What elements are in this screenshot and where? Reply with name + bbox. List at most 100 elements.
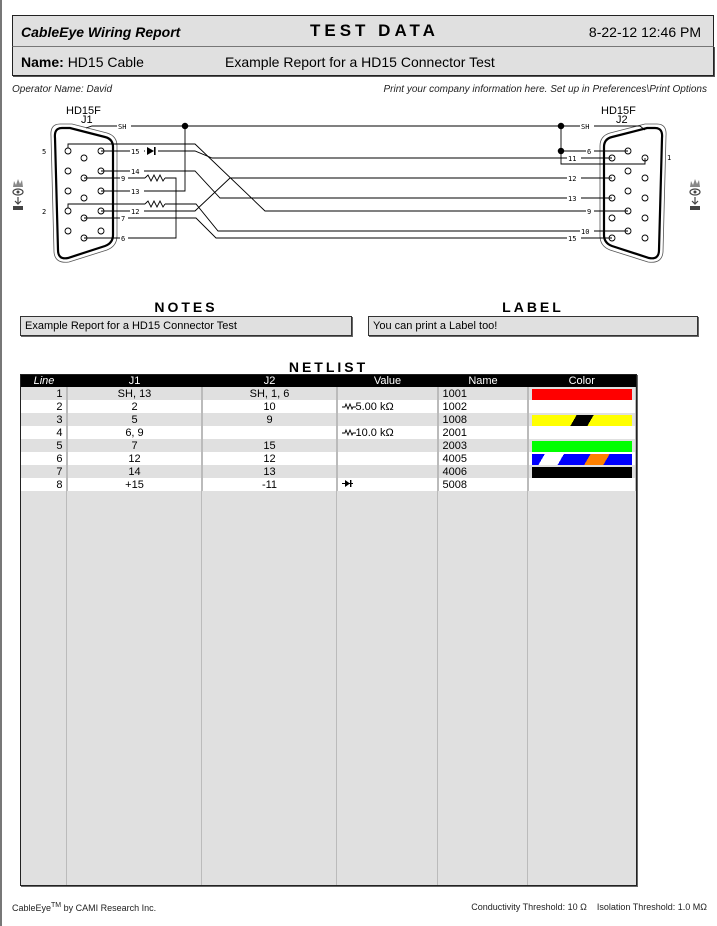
cell-j2: -11	[202, 478, 338, 491]
cell-value	[337, 478, 439, 491]
brand-name: CableEye	[12, 903, 52, 913]
company-info: Print your company information here. Set…	[383, 84, 708, 95]
cell-name: 4005	[438, 452, 529, 465]
cell-line: 3	[21, 413, 68, 426]
wire-label-left-9: 9	[121, 175, 125, 183]
cell-j2: SH, 1, 6	[202, 387, 338, 400]
col-header-line: Line	[21, 375, 67, 387]
cell-j1: 2	[67, 400, 203, 413]
app-title: CableEye Wiring Report	[21, 24, 181, 40]
table-row: 2 2 10 5.00 kΩ 1002	[21, 400, 636, 413]
diode-symbol	[147, 147, 154, 155]
cell-color	[528, 439, 636, 452]
cell-name: 1008	[438, 413, 529, 426]
wiring-diagram: HD15F J1 5 2 HD15F J2 1 SH 15 14 9 13 12…	[42, 105, 671, 263]
name-label: Name:	[21, 54, 64, 70]
cell-color	[528, 413, 636, 426]
diode-icon	[341, 479, 353, 487]
cell-value	[337, 452, 439, 465]
j1-id-label: J1	[81, 114, 93, 126]
cell-value: 5.00 kΩ	[337, 400, 439, 413]
cell-j2: 10	[202, 400, 338, 413]
cell-line: 1	[21, 387, 68, 400]
col-header-color: Color	[528, 375, 636, 387]
cell-value	[337, 439, 439, 452]
wire-label-right-6: 6	[587, 148, 591, 156]
wires	[67, 122, 646, 239]
cell-value	[337, 413, 439, 426]
cell-j1: 14	[67, 465, 203, 478]
notes-box: Example Report for a HD15 Connector Test	[20, 316, 352, 336]
cable-description: Example Report for a HD15 Connector Test	[225, 54, 495, 70]
col-header-name: Name	[438, 375, 528, 387]
label-box: You can print a Label too!	[368, 316, 698, 336]
name-value: HD15 Cable	[67, 54, 144, 70]
wire-label-right-15: 15	[568, 235, 576, 243]
wire-color-swatch	[531, 453, 632, 465]
j2-pins	[608, 147, 649, 242]
wire-label-right-12: 12	[568, 175, 576, 183]
table-row: 6 12 12 4005	[21, 452, 636, 465]
cell-line: 5	[21, 439, 68, 452]
wire-label-left-sh: SH	[118, 123, 126, 131]
wire-label-right-10: 10	[581, 228, 589, 236]
cell-j1: +15	[67, 478, 203, 491]
trademark: TM	[51, 902, 62, 909]
cell-line: 7	[21, 465, 68, 478]
cell-name: 1001	[438, 387, 529, 400]
netlist-title: NETLIST	[288, 359, 369, 375]
wire-label-left-12: 12	[131, 208, 139, 216]
netlist-header-row: Line J1 J2 Value Name Color	[21, 375, 636, 387]
wire-color-swatch	[531, 388, 632, 400]
cell-color	[528, 400, 636, 413]
wire-label-left-13: 13	[131, 188, 139, 196]
cable-name: Name: HD15 Cable	[21, 54, 144, 70]
cell-color	[528, 478, 636, 491]
report-type: TEST DATA	[310, 21, 439, 40]
report-datetime: 8-22-12 12:46 PM	[588, 24, 701, 40]
cell-j2	[202, 426, 338, 439]
brand-suffix: by CAMI Research Inc.	[61, 903, 157, 913]
cell-j1: SH, 13	[67, 387, 203, 400]
cell-j1: 5	[67, 413, 203, 426]
table-row: 5 7 15 2003	[21, 439, 636, 452]
wire-label-left-7: 7	[121, 215, 125, 223]
cell-line: 2	[21, 400, 68, 413]
cell-color	[528, 452, 636, 465]
wire-label-left-15: 15	[131, 148, 139, 156]
wire-color-swatch	[531, 414, 632, 426]
table-row: 1 SH, 13 SH, 1, 6 1001	[21, 387, 636, 400]
cell-value	[337, 387, 439, 400]
cell-j2: 15	[202, 439, 338, 452]
wire-color-swatch	[531, 466, 632, 478]
report-header: CableEye Wiring Report TEST DATA 8-22-12…	[12, 15, 714, 46]
netlist-table: Line J1 J2 Value Name Color 1 SH, 13 SH, 1…	[20, 374, 637, 886]
table-row: 7 14 13 4006	[21, 465, 636, 478]
j2-pin-label-1: 1	[667, 154, 671, 162]
cell-j1: 6, 9	[67, 426, 203, 439]
table-row: 3 5 9 1008	[21, 413, 636, 426]
cell-line: 6	[21, 452, 68, 465]
j1-pin-label-2: 2	[42, 208, 46, 216]
cell-color	[528, 426, 636, 439]
j2-id-label: J2	[616, 114, 628, 126]
notes-title: NOTES	[154, 299, 218, 315]
wire-label-right-sh: SH	[581, 123, 589, 131]
wire-label-left-6: 6	[121, 235, 125, 243]
cable-name-bar: Name: HD15 Cable Example Report for a HD…	[12, 46, 714, 76]
cell-name: 4006	[438, 465, 529, 478]
cell-name: 2001	[438, 426, 529, 439]
wire-label-left-14: 14	[131, 168, 139, 176]
label-title: LABEL	[502, 299, 564, 315]
cell-value: 10.0 kΩ	[337, 426, 439, 439]
footer-brand: CableEyeTM by CAMI Research Inc.	[12, 902, 156, 913]
table-row: 8 +15 -11 5008	[21, 478, 636, 491]
resistor-icon	[341, 402, 356, 410]
cell-color	[528, 465, 636, 478]
cell-line: 4	[21, 426, 68, 439]
cell-name: 1002	[438, 400, 529, 413]
operator-name: Operator Name: David	[12, 84, 113, 95]
col-header-value: Value	[337, 375, 438, 387]
table-row: 4 6, 9 10.0 kΩ 2001	[21, 426, 636, 439]
cell-value	[337, 465, 439, 478]
